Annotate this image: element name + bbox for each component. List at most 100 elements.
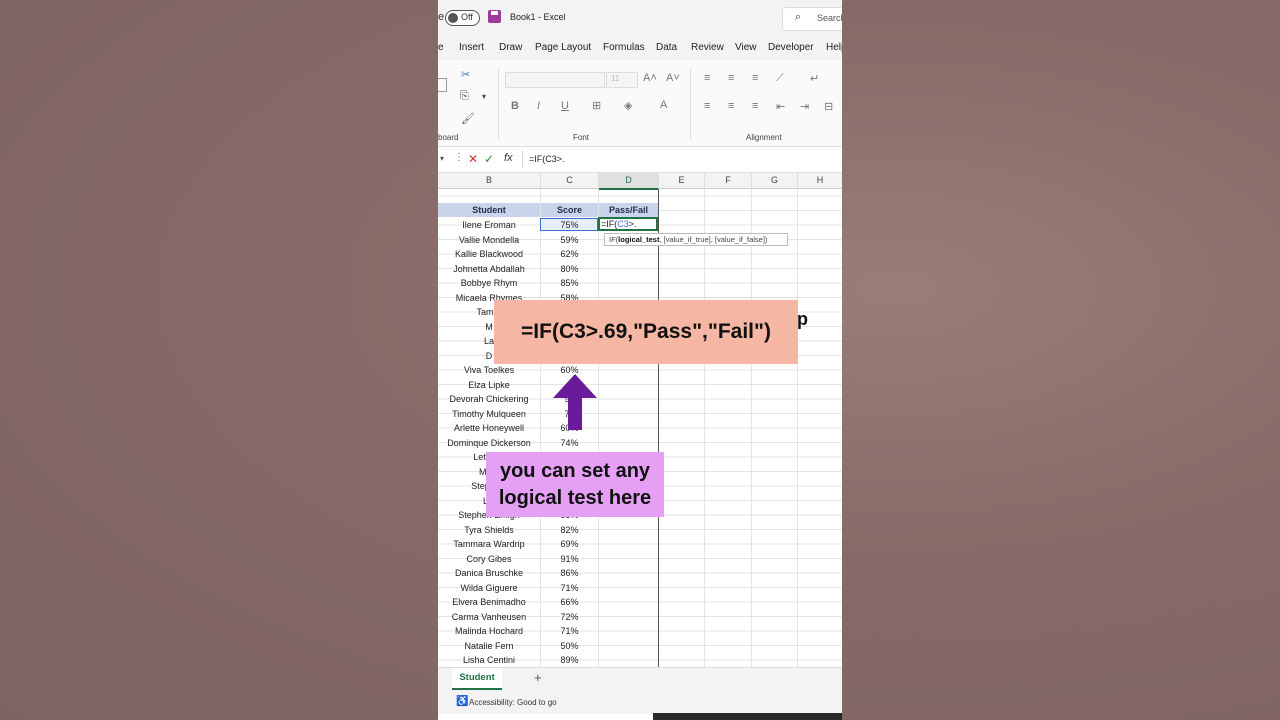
score-cell[interactable]: 75%	[541, 218, 598, 232]
cancel-icon[interactable]: ✕	[468, 152, 478, 166]
toggle-knob	[448, 13, 458, 23]
column-header-h[interactable]: H	[798, 173, 842, 189]
sheet-tab-student[interactable]: Student	[452, 668, 502, 690]
underline-icon[interactable]: U	[561, 100, 569, 112]
italic-icon[interactable]: I	[537, 100, 540, 112]
column-header-g[interactable]: G	[752, 173, 798, 189]
student-name-cell[interactable]: Tyra Shields	[438, 523, 540, 537]
header-student[interactable]: Student	[438, 203, 540, 217]
student-name-cell[interactable]: Dominque Dickerson	[438, 436, 540, 450]
student-name-cell[interactable]: Carma Vanheusen	[438, 610, 540, 624]
save-icon[interactable]	[488, 10, 501, 23]
align-bottom-icon[interactable]: ≡	[752, 72, 758, 84]
add-sheet-icon[interactable]: +	[534, 670, 542, 685]
autosave-toggle[interactable]: Off	[445, 10, 480, 26]
score-cell[interactable]: 62%	[541, 247, 598, 261]
student-name-cell[interactable]: Elza Lipke	[438, 378, 540, 392]
paste-icon[interactable]	[438, 78, 447, 92]
student-name-cell[interactable]: Danica Bruschke	[438, 566, 540, 580]
tab-draw[interactable]: Draw	[499, 42, 522, 53]
student-name-cell[interactable]: Tammara Wardrip	[438, 537, 540, 551]
autosave-label: Off	[461, 12, 473, 22]
tab-insert[interactable]: Insert	[459, 42, 484, 53]
score-cell[interactable]: 85%	[541, 276, 598, 290]
student-name-cell[interactable]: Devorah Chickering	[438, 392, 540, 406]
score-cell[interactable]: 50%	[541, 639, 598, 653]
font-name-field[interactable]	[505, 72, 605, 88]
decrease-font-icon[interactable]: A˅	[666, 72, 680, 84]
copy-icon[interactable]: ⎘	[460, 90, 469, 103]
tab-view[interactable]: View	[735, 42, 757, 53]
accessibility-status[interactable]: Accessibility: Good to go	[469, 698, 557, 707]
tab-developer[interactable]: Developer	[768, 42, 814, 53]
orientation-icon[interactable]: ⟋	[776, 72, 784, 85]
tab-formulas[interactable]: Formulas	[603, 42, 645, 53]
fill-color-icon[interactable]: ◈	[624, 99, 632, 112]
score-cell[interactable]: 74%	[541, 436, 598, 450]
align-left-icon[interactable]: ≡	[704, 100, 710, 112]
student-name-cell[interactable]: Timothy Mulqueen	[438, 407, 540, 421]
align-top-icon[interactable]: ≡	[704, 72, 710, 84]
student-name-cell[interactable]: Wilda Giguere	[438, 581, 540, 595]
column-header-f[interactable]: F	[705, 173, 752, 189]
score-cell[interactable]: 82%	[541, 523, 598, 537]
student-name-cell[interactable]: Vallie Mondella	[438, 233, 540, 247]
student-name-cell[interactable]: Kallie Blackwood	[438, 247, 540, 261]
student-name-cell[interactable]: Viva Toelkes	[438, 363, 540, 377]
tab-page-layout[interactable]: Page Layout	[535, 42, 591, 53]
search-box[interactable]: ⌕ Search	[782, 7, 842, 31]
formula-input[interactable]: =IF(C3>.	[522, 150, 842, 168]
active-cell-d3[interactable]: =IF(C3>.	[598, 217, 658, 231]
header-score[interactable]: Score	[541, 203, 598, 217]
student-name-cell[interactable]: Natalie Fern	[438, 639, 540, 653]
cut-icon[interactable]: ✂	[461, 68, 470, 81]
student-name-cell[interactable]: Malinda Hochard	[438, 624, 540, 638]
align-center-icon[interactable]: ≡	[728, 100, 734, 112]
align-middle-icon[interactable]: ≡	[728, 72, 734, 84]
more-options-icon[interactable]: ⋮	[454, 152, 464, 163]
tab-review[interactable]: Review	[691, 42, 724, 53]
score-cell[interactable]: 66%	[541, 595, 598, 609]
bold-icon[interactable]: B	[511, 100, 519, 112]
score-cell[interactable]: 59%	[541, 233, 598, 247]
column-header-d[interactable]: D	[599, 173, 659, 190]
tab-home-fragment[interactable]: e	[438, 42, 444, 53]
score-cell[interactable]: 91%	[541, 552, 598, 566]
format-painter-icon[interactable]: 🖌	[461, 112, 475, 125]
student-name-cell[interactable]: Johnetta Abdallah	[438, 262, 540, 276]
decrease-indent-icon[interactable]: ⇤	[776, 100, 785, 113]
tab-help[interactable]: Help	[826, 42, 842, 53]
score-cell[interactable]: 71%	[541, 624, 598, 638]
chevron-down-icon[interactable]: ▾	[482, 92, 486, 101]
score-cell[interactable]: 71%	[541, 581, 598, 595]
align-right-icon[interactable]: ≡	[752, 100, 758, 112]
accessibility-icon[interactable]: ♿	[456, 696, 468, 707]
student-name-cell[interactable]: Bobbye Rhym	[438, 276, 540, 290]
score-cell[interactable]: 86%	[541, 566, 598, 580]
merge-center-icon[interactable]: ⊟	[824, 100, 833, 113]
status-bar: ♿ Accessibility: Good to go	[438, 690, 842, 714]
borders-icon[interactable]: ⊞	[592, 99, 601, 112]
student-name-cell[interactable]: Arlette Honeywell	[438, 421, 540, 435]
font-size-field[interactable]: 11	[606, 72, 638, 88]
wrap-text-icon[interactable]: ↵	[810, 72, 819, 85]
column-header-b[interactable]: B	[438, 173, 541, 189]
student-name-cell[interactable]: Cory Gibes	[438, 552, 540, 566]
enter-icon[interactable]: ✓	[484, 152, 494, 166]
score-cell[interactable]: 89%	[541, 653, 598, 667]
tab-data[interactable]: Data	[656, 42, 677, 53]
column-header-c[interactable]: C	[541, 173, 599, 189]
student-name-cell[interactable]: Ilene Eroman	[438, 218, 540, 232]
student-name-cell[interactable]: Lisha Centini	[438, 653, 540, 667]
column-header-e[interactable]: E	[659, 173, 705, 189]
score-cell[interactable]: 80%	[541, 262, 598, 276]
increase-indent-icon[interactable]: ⇥	[800, 100, 809, 113]
increase-font-icon[interactable]: A˄	[643, 72, 657, 84]
name-box-dropdown-icon[interactable]: ▾	[440, 154, 444, 163]
score-cell[interactable]: 69%	[541, 537, 598, 551]
font-color-icon[interactable]: A	[660, 99, 667, 111]
score-cell[interactable]: 72%	[541, 610, 598, 624]
header-pass-fail[interactable]: Pass/Fail	[599, 203, 658, 217]
insert-function-icon[interactable]: fx	[504, 152, 513, 164]
student-name-cell[interactable]: Elvera Benimadho	[438, 595, 540, 609]
